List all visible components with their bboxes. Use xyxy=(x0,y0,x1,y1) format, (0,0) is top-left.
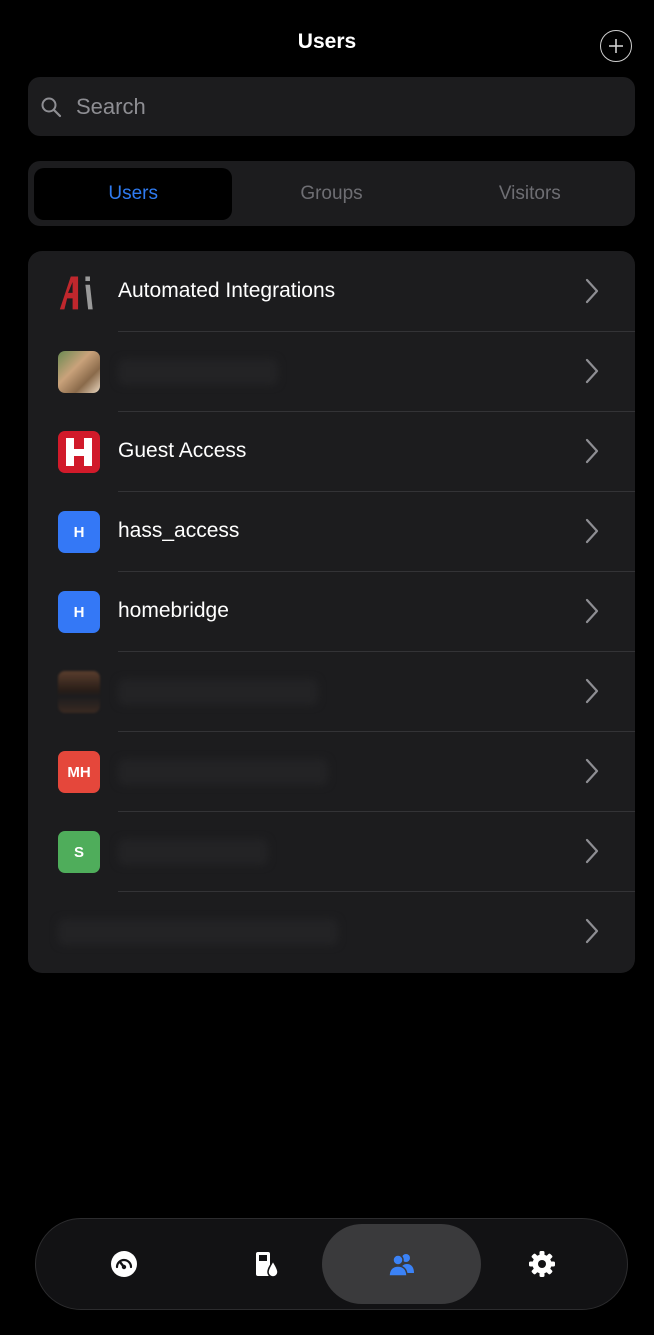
redacted-name xyxy=(118,359,278,385)
gauge-icon xyxy=(110,1251,137,1277)
segmented-control: Users Groups Visitors xyxy=(28,161,635,226)
search-bar[interactable] xyxy=(28,77,635,136)
user-photo-avatar xyxy=(58,351,100,393)
chevron-right-icon xyxy=(585,598,599,624)
user-name: Guest Access xyxy=(118,439,247,462)
redacted-name xyxy=(118,839,268,865)
user-name: homebridge xyxy=(118,599,229,622)
initials-avatar: MH xyxy=(58,751,100,793)
initials-avatar: S xyxy=(58,831,100,873)
tab-users-nav[interactable] xyxy=(322,1224,481,1304)
tab-bar xyxy=(35,1218,628,1310)
initials-avatar: H xyxy=(58,511,100,553)
user-name: Automated Integrations xyxy=(118,279,336,302)
redacted-name xyxy=(118,679,318,705)
initials-avatar: H xyxy=(58,591,100,633)
tab-users[interactable]: Users xyxy=(34,167,233,220)
search-input[interactable] xyxy=(76,93,596,120)
tab-groups[interactable]: Groups xyxy=(232,168,430,220)
list-item[interactable] xyxy=(28,891,635,971)
devices-icon xyxy=(255,1252,279,1278)
user-name: hass_access xyxy=(118,519,240,542)
tab-settings[interactable] xyxy=(462,1224,621,1304)
list-item[interactable]: Guest Access xyxy=(28,411,635,491)
h-logo-icon xyxy=(58,431,100,473)
header: Users xyxy=(0,0,654,76)
chevron-right-icon xyxy=(585,758,599,784)
add-user-button[interactable] xyxy=(600,30,632,62)
search-icon xyxy=(41,97,62,117)
gear-icon xyxy=(528,1251,555,1277)
list-item[interactable]: H hass_access xyxy=(28,491,635,571)
list-item[interactable]: Automated Integrations xyxy=(28,251,635,331)
users-icon xyxy=(387,1254,414,1277)
list-item[interactable]: MH xyxy=(28,731,635,811)
list-item[interactable]: H homebridge xyxy=(28,571,635,651)
chevron-right-icon xyxy=(585,678,599,704)
page-title: Users xyxy=(297,30,357,53)
list-item[interactable]: S xyxy=(28,811,635,891)
tab-visitors[interactable]: Visitors xyxy=(431,168,629,220)
chevron-right-icon xyxy=(585,838,599,864)
user-photo-avatar xyxy=(58,671,100,713)
list-item[interactable] xyxy=(28,651,635,731)
list-item[interactable] xyxy=(28,331,635,411)
users-screen: Users Users Groups Visitors xyxy=(0,0,654,1335)
ai-logo-icon xyxy=(58,271,100,313)
chevron-right-icon xyxy=(585,918,599,944)
user-list: Automated Integrations Guest Access H ha… xyxy=(28,251,635,973)
tab-dashboard[interactable] xyxy=(44,1224,203,1304)
chevron-right-icon xyxy=(585,518,599,544)
chevron-right-icon xyxy=(585,438,599,464)
chevron-right-icon xyxy=(585,358,599,384)
chevron-right-icon xyxy=(585,278,599,304)
redacted-name xyxy=(58,919,338,945)
plus-circle-icon xyxy=(609,39,623,53)
redacted-name xyxy=(118,759,328,785)
